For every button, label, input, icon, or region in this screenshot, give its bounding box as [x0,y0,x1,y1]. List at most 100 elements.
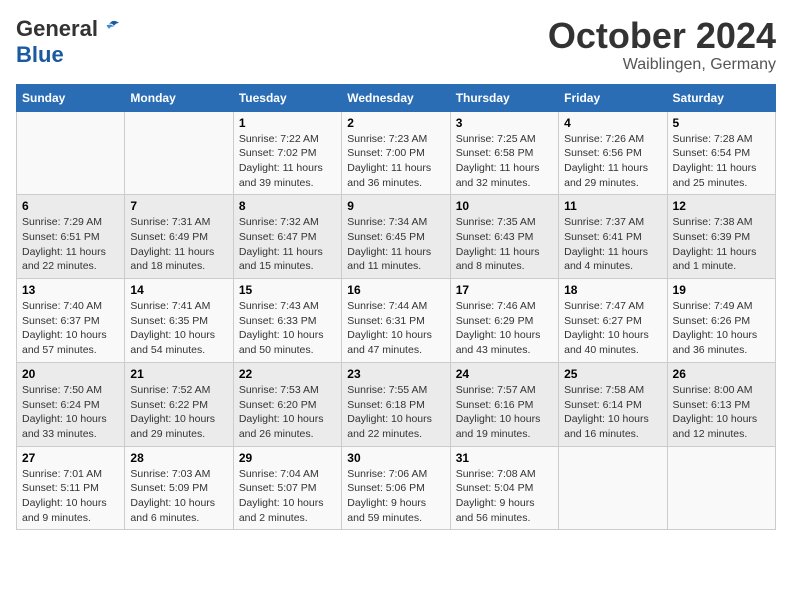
day-info: Sunrise: 7:49 AMSunset: 6:26 PMDaylight:… [673,299,770,358]
weekday-header-wednesday: Wednesday [342,84,450,111]
day-number: 14 [130,283,227,297]
day-info: Sunrise: 7:40 AMSunset: 6:37 PMDaylight:… [22,299,119,358]
day-number: 7 [130,199,227,213]
day-info: Sunrise: 7:26 AMSunset: 6:56 PMDaylight:… [564,132,661,191]
logo-blue: Blue [16,42,64,67]
weekday-header-tuesday: Tuesday [233,84,341,111]
page-header: General Blue October 2024 Waiblingen, Ge… [16,16,776,74]
day-number: 20 [22,367,119,381]
logo-general: General [16,16,98,42]
calendar-cell: 13 Sunrise: 7:40 AMSunset: 6:37 PMDayligh… [17,279,125,363]
day-info: Sunrise: 7:47 AMSunset: 6:27 PMDaylight:… [564,299,661,358]
day-info: Sunrise: 7:29 AMSunset: 6:51 PMDaylight:… [22,215,119,274]
day-info: Sunrise: 7:41 AMSunset: 6:35 PMDaylight:… [130,299,227,358]
day-info: Sunrise: 7:28 AMSunset: 6:54 PMDaylight:… [673,132,770,191]
calendar-cell: 26 Sunrise: 8:00 AMSunset: 6:13 PMDayligh… [667,362,775,446]
calendar-cell: 6 Sunrise: 7:29 AMSunset: 6:51 PMDaylight… [17,195,125,279]
day-info: Sunrise: 7:50 AMSunset: 6:24 PMDaylight:… [22,383,119,442]
day-number: 8 [239,199,336,213]
calendar-cell: 17 Sunrise: 7:46 AMSunset: 6:29 PMDayligh… [450,279,558,363]
calendar-cell: 8 Sunrise: 7:32 AMSunset: 6:47 PMDaylight… [233,195,341,279]
week-row-4: 20 Sunrise: 7:50 AMSunset: 6:24 PMDayligh… [17,362,776,446]
calendar-cell: 19Sunrise: 7:49 AMSunset: 6:26 PMDayligh… [667,279,775,363]
day-number: 11 [564,199,661,213]
day-number: 16 [347,283,444,297]
calendar-cell: 28Sunrise: 7:03 AMSunset: 5:09 PMDayligh… [125,446,233,530]
day-info: Sunrise: 7:58 AMSunset: 6:14 PMDaylight:… [564,383,661,442]
day-number: 25 [564,367,661,381]
logo: General Blue [16,16,122,68]
day-info: Sunrise: 7:44 AMSunset: 6:31 PMDaylight:… [347,299,444,358]
weekday-header-thursday: Thursday [450,84,558,111]
calendar-cell [667,446,775,530]
day-number: 29 [239,451,336,465]
calendar-cell: 15Sunrise: 7:43 AMSunset: 6:33 PMDayligh… [233,279,341,363]
day-number: 5 [673,116,770,130]
day-info: Sunrise: 7:53 AMSunset: 6:20 PMDaylight:… [239,383,336,442]
month-title: October 2024 [548,16,776,56]
day-number: 1 [239,116,336,130]
day-number: 4 [564,116,661,130]
day-info: Sunrise: 7:23 AMSunset: 7:00 PMDaylight:… [347,132,444,191]
calendar-cell [559,446,667,530]
day-number: 26 [673,367,770,381]
day-info: Sunrise: 7:37 AMSunset: 6:41 PMDaylight:… [564,215,661,274]
location-subtitle: Waiblingen, Germany [548,56,776,74]
day-number: 22 [239,367,336,381]
day-info: Sunrise: 7:57 AMSunset: 6:16 PMDaylight:… [456,383,553,442]
day-info: Sunrise: 7:06 AMSunset: 5:06 PMDaylight:… [347,467,444,526]
calendar-cell: 7 Sunrise: 7:31 AMSunset: 6:49 PMDaylight… [125,195,233,279]
weekday-header-saturday: Saturday [667,84,775,111]
day-info: Sunrise: 7:32 AMSunset: 6:47 PMDaylight:… [239,215,336,274]
day-number: 23 [347,367,444,381]
day-info: Sunrise: 7:35 AMSunset: 6:43 PMDaylight:… [456,215,553,274]
weekday-header-sunday: Sunday [17,84,125,111]
calendar-cell: 23 Sunrise: 7:55 AMSunset: 6:18 PMDayligh… [342,362,450,446]
week-row-5: 27 Sunrise: 7:01 AMSunset: 5:11 PMDayligh… [17,446,776,530]
day-info: Sunrise: 7:03 AMSunset: 5:09 PMDaylight:… [130,467,227,526]
calendar-cell: 11 Sunrise: 7:37 AMSunset: 6:41 PMDayligh… [559,195,667,279]
calendar-cell: 16 Sunrise: 7:44 AMSunset: 6:31 PMDayligh… [342,279,450,363]
day-info: Sunrise: 7:34 AMSunset: 6:45 PMDaylight:… [347,215,444,274]
day-info: Sunrise: 7:55 AMSunset: 6:18 PMDaylight:… [347,383,444,442]
day-number: 10 [456,199,553,213]
calendar-cell: 9Sunrise: 7:34 AMSunset: 6:45 PMDaylight… [342,195,450,279]
week-row-2: 6 Sunrise: 7:29 AMSunset: 6:51 PMDaylight… [17,195,776,279]
day-info: Sunrise: 7:46 AMSunset: 6:29 PMDaylight:… [456,299,553,358]
day-number: 13 [22,283,119,297]
day-number: 21 [130,367,227,381]
weekday-header-friday: Friday [559,84,667,111]
day-number: 15 [239,283,336,297]
calendar-cell: 24Sunrise: 7:57 AMSunset: 6:16 PMDayligh… [450,362,558,446]
calendar-table: SundayMondayTuesdayWednesdayThursdayFrid… [16,84,776,531]
day-number: 31 [456,451,553,465]
day-number: 6 [22,199,119,213]
calendar-cell: 2Sunrise: 7:23 AMSunset: 7:00 PMDaylight… [342,111,450,195]
day-number: 3 [456,116,553,130]
day-info: Sunrise: 7:08 AMSunset: 5:04 PMDaylight:… [456,467,553,526]
day-number: 17 [456,283,553,297]
calendar-cell: 20 Sunrise: 7:50 AMSunset: 6:24 PMDayligh… [17,362,125,446]
calendar-cell: 31 Sunrise: 7:08 AMSunset: 5:04 PMDayligh… [450,446,558,530]
day-info: Sunrise: 8:00 AMSunset: 6:13 PMDaylight:… [673,383,770,442]
calendar-cell: 4 Sunrise: 7:26 AMSunset: 6:56 PMDaylight… [559,111,667,195]
day-number: 12 [673,199,770,213]
calendar-cell: 30Sunrise: 7:06 AMSunset: 5:06 PMDayligh… [342,446,450,530]
calendar-cell: 27 Sunrise: 7:01 AMSunset: 5:11 PMDayligh… [17,446,125,530]
week-row-3: 13 Sunrise: 7:40 AMSunset: 6:37 PMDayligh… [17,279,776,363]
calendar-cell: 3 Sunrise: 7:25 AMSunset: 6:58 PMDaylight… [450,111,558,195]
day-info: Sunrise: 7:01 AMSunset: 5:11 PMDaylight:… [22,467,119,526]
title-area: October 2024 Waiblingen, Germany [548,16,776,74]
day-info: Sunrise: 7:52 AMSunset: 6:22 PMDaylight:… [130,383,227,442]
calendar-cell [17,111,125,195]
week-row-1: 1Sunrise: 7:22 AMSunset: 7:02 PMDaylight… [17,111,776,195]
calendar-cell: 10 Sunrise: 7:35 AMSunset: 6:43 PMDayligh… [450,195,558,279]
weekday-header-monday: Monday [125,84,233,111]
calendar-cell [125,111,233,195]
calendar-cell: 5 Sunrise: 7:28 AMSunset: 6:54 PMDaylight… [667,111,775,195]
calendar-cell: 1Sunrise: 7:22 AMSunset: 7:02 PMDaylight… [233,111,341,195]
day-info: Sunrise: 7:31 AMSunset: 6:49 PMDaylight:… [130,215,227,274]
day-info: Sunrise: 7:25 AMSunset: 6:58 PMDaylight:… [456,132,553,191]
day-number: 27 [22,451,119,465]
calendar-cell: 25 Sunrise: 7:58 AMSunset: 6:14 PMDayligh… [559,362,667,446]
